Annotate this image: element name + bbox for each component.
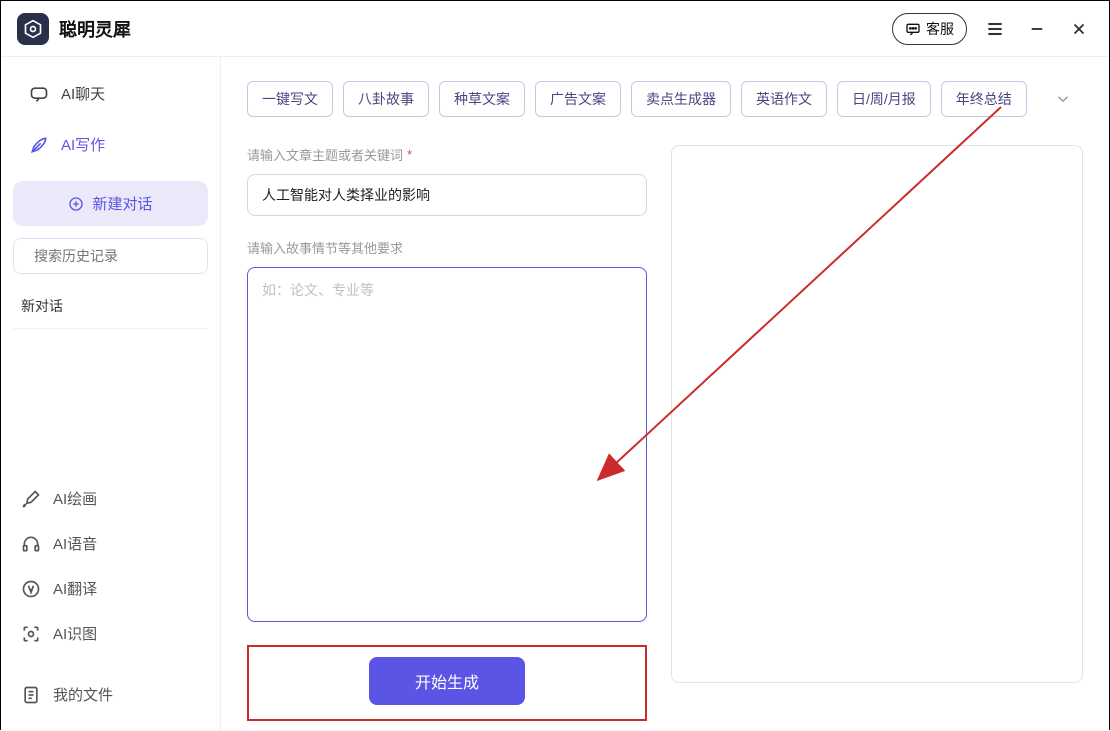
tool-label: AI翻译 — [53, 578, 97, 599]
tab-one-click-write[interactable]: 一键写文 — [247, 81, 333, 117]
sidebar-item-label: AI聊天 — [61, 83, 105, 104]
requirements-field-label: 请输入故事情节等其他要求 — [247, 238, 647, 257]
plus-circle-icon — [68, 196, 84, 212]
brush-icon — [21, 489, 41, 509]
app-header: 聪明灵犀 客服 — [1, 1, 1109, 57]
history-item[interactable]: 新对话 — [13, 284, 208, 329]
file-icon — [21, 685, 41, 705]
customer-service-button[interactable]: 客服 — [892, 13, 967, 45]
headphones-icon — [21, 534, 41, 554]
tabs-expand-button[interactable] — [1043, 83, 1083, 115]
close-icon — [1070, 20, 1088, 38]
sidebar-tool-ai-translate[interactable]: AI翻译 — [13, 566, 208, 611]
sidebar-tool-ai-image-recognition[interactable]: AI识图 — [13, 611, 208, 656]
sidebar-my-files[interactable]: 我的文件 — [13, 672, 208, 717]
main-content: 一键写文 八卦故事 种草文案 广告文案 卖点生成器 英语作文 日/周/月报 年终… — [221, 57, 1109, 731]
search-input[interactable] — [34, 248, 215, 264]
new-chat-label: 新建对话 — [92, 193, 152, 214]
requirements-textarea[interactable] — [247, 267, 647, 622]
topic-field-label: 请输入文章主题或者关键词 * — [247, 145, 647, 164]
generate-button[interactable]: 开始生成 — [369, 657, 525, 705]
chevron-down-icon — [1054, 90, 1072, 108]
sidebar-item-ai-chat[interactable]: AI聊天 — [13, 71, 208, 116]
generate-highlight-box: 开始生成 — [247, 645, 647, 721]
my-files-label: 我的文件 — [53, 684, 113, 705]
search-history-box[interactable] — [13, 238, 208, 274]
topic-input[interactable] — [247, 174, 647, 216]
tab-seeding-copy[interactable]: 种草文案 — [439, 81, 525, 117]
tool-label: AI识图 — [53, 623, 97, 644]
tab-report[interactable]: 日/周/月报 — [837, 81, 931, 117]
app-title: 聪明灵犀 — [59, 16, 131, 42]
tab-english-essay[interactable]: 英语作文 — [741, 81, 827, 117]
close-button[interactable] — [1065, 15, 1093, 43]
tool-label: AI绘画 — [53, 488, 97, 509]
new-chat-button[interactable]: 新建对话 — [13, 181, 208, 226]
app-logo — [17, 13, 49, 45]
chat-bubble-icon — [29, 84, 49, 104]
minimize-icon — [1028, 20, 1046, 38]
translate-icon — [21, 579, 41, 599]
history-item-label: 新对话 — [21, 298, 63, 314]
customer-service-label: 客服 — [926, 19, 954, 39]
sidebar-tool-ai-voice[interactable]: AI语音 — [13, 521, 208, 566]
tab-year-summary[interactable]: 年终总结 — [941, 81, 1027, 117]
sidebar-item-label: AI写作 — [61, 134, 105, 155]
tab-ad-copy[interactable]: 广告文案 — [535, 81, 621, 117]
tool-label: AI语音 — [53, 533, 97, 554]
sidebar-tool-ai-drawing[interactable]: AI绘画 — [13, 476, 208, 521]
tab-selling-point[interactable]: 卖点生成器 — [631, 81, 731, 117]
minimize-button[interactable] — [1023, 15, 1051, 43]
tab-gossip-story[interactable]: 八卦故事 — [343, 81, 429, 117]
chat-icon — [905, 21, 921, 37]
menu-button[interactable] — [981, 15, 1009, 43]
feather-icon — [29, 135, 49, 155]
sidebar-item-ai-writing[interactable]: AI写作 — [13, 122, 208, 167]
output-panel — [671, 145, 1083, 683]
image-scan-icon — [21, 624, 41, 644]
required-indicator: * — [407, 147, 412, 162]
template-tabs: 一键写文 八卦故事 种草文案 广告文案 卖点生成器 英语作文 日/周/月报 年终… — [247, 81, 1083, 117]
hamburger-icon — [985, 19, 1005, 39]
sidebar: AI聊天 AI写作 新建对话 新对话 — [1, 57, 221, 731]
